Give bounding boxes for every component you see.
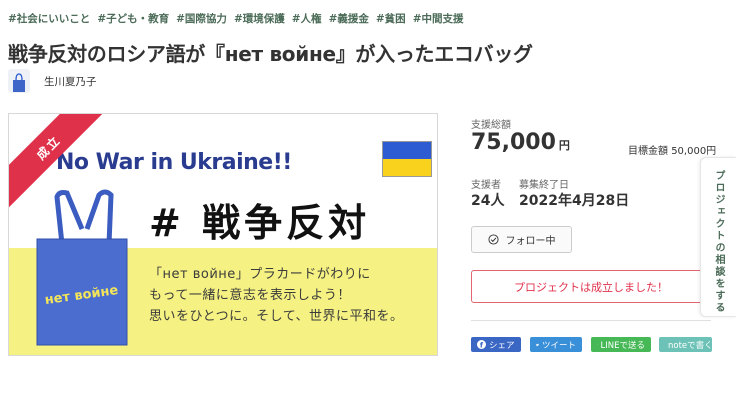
line-icon: [597, 344, 598, 345]
author-name[interactable]: 生川夏乃子: [44, 74, 97, 89]
ukraine-flag-icon: [382, 141, 432, 177]
end-date-value: 2022年4月28日: [519, 193, 630, 209]
tag-list: #社会にいいこと #子ども・教育 #国際協力 #環境保護 #人権 #義援金 #貧…: [8, 11, 464, 26]
hero-message-line: 思いをひとつに。そして、世界に平和を。: [149, 309, 404, 324]
divider: [471, 320, 711, 321]
check-circle-icon: [487, 234, 499, 245]
total-value: 75,000: [471, 130, 556, 155]
hero-headline: No War in Ukraine!!: [56, 150, 292, 175]
tote-bag-illustration: нет войне: [36, 189, 128, 346]
tag[interactable]: #国際協力: [176, 11, 227, 26]
twitter-bird-icon: [536, 343, 539, 346]
project-success-message: プロジェクトは成立しました！: [471, 270, 711, 303]
hero-message: 「нет войне」プラカードがわりに もって一緒に意志を表示しよう！ 思いを…: [149, 264, 404, 327]
goal-label: 目標金額: [628, 146, 668, 157]
note-share-button[interactable]: noteで書く: [659, 337, 713, 352]
hero-message-line: 「нет войне」プラカードがわりに: [149, 267, 371, 282]
tote-bag-icon: [13, 73, 25, 92]
twitter-share-label: ツイート: [541, 340, 576, 351]
author[interactable]: 生川夏乃子: [8, 69, 97, 93]
total-unit: 円: [558, 139, 570, 152]
hero-big-text: # 戦争反対: [149, 201, 371, 245]
tag[interactable]: #人権: [292, 11, 322, 26]
success-text: プロジェクトは成立しました！: [514, 280, 668, 294]
avatar[interactable]: [8, 69, 30, 93]
project-main-image: No War in Ukraine!! # 戦争反対 「нет войне」プラ…: [8, 113, 438, 356]
tag[interactable]: #社会にいいこと: [8, 11, 90, 26]
line-share-button[interactable]: LINEで送る: [591, 337, 651, 352]
supporters-label: 支援者: [471, 180, 501, 191]
tag[interactable]: #子ども・教育: [97, 11, 169, 26]
tag[interactable]: #貧困: [376, 11, 406, 26]
facebook-icon: f: [477, 340, 486, 349]
twitter-share-button[interactable]: ツイート: [530, 337, 582, 352]
facebook-share-label: シェア: [489, 340, 515, 351]
end-date-label: 募集終了日: [519, 180, 569, 191]
supporters-value: 24人: [471, 193, 505, 209]
follow-label: フォロー中: [505, 236, 556, 247]
goal-value: 50,000円: [671, 146, 717, 157]
goal-amount: 目標金額 50,000円: [628, 142, 716, 157]
total-label: 支援総額: [471, 120, 511, 131]
line-share-label: LINEで送る: [600, 340, 645, 351]
consult-tab-label: プロジェクトの相談をする: [713, 170, 724, 314]
note-share-label: noteで書く: [668, 340, 713, 351]
hero-message-line: もって一緒に意志を表示しよう！: [149, 288, 351, 303]
tag[interactable]: #義援金: [329, 11, 369, 26]
tag[interactable]: #中間支援: [413, 11, 464, 26]
facebook-share-button[interactable]: f シェア: [471, 337, 521, 352]
follow-button[interactable]: フォロー中: [471, 226, 572, 253]
page-title: 戦争反対のロシア語が『нет войне』が入ったエコバッグ: [8, 42, 533, 66]
total-amount: 75,000 円: [471, 130, 570, 155]
tag[interactable]: #環境保護: [234, 11, 285, 26]
consult-side-tab[interactable]: プロジェクトの相談をする: [700, 157, 736, 317]
